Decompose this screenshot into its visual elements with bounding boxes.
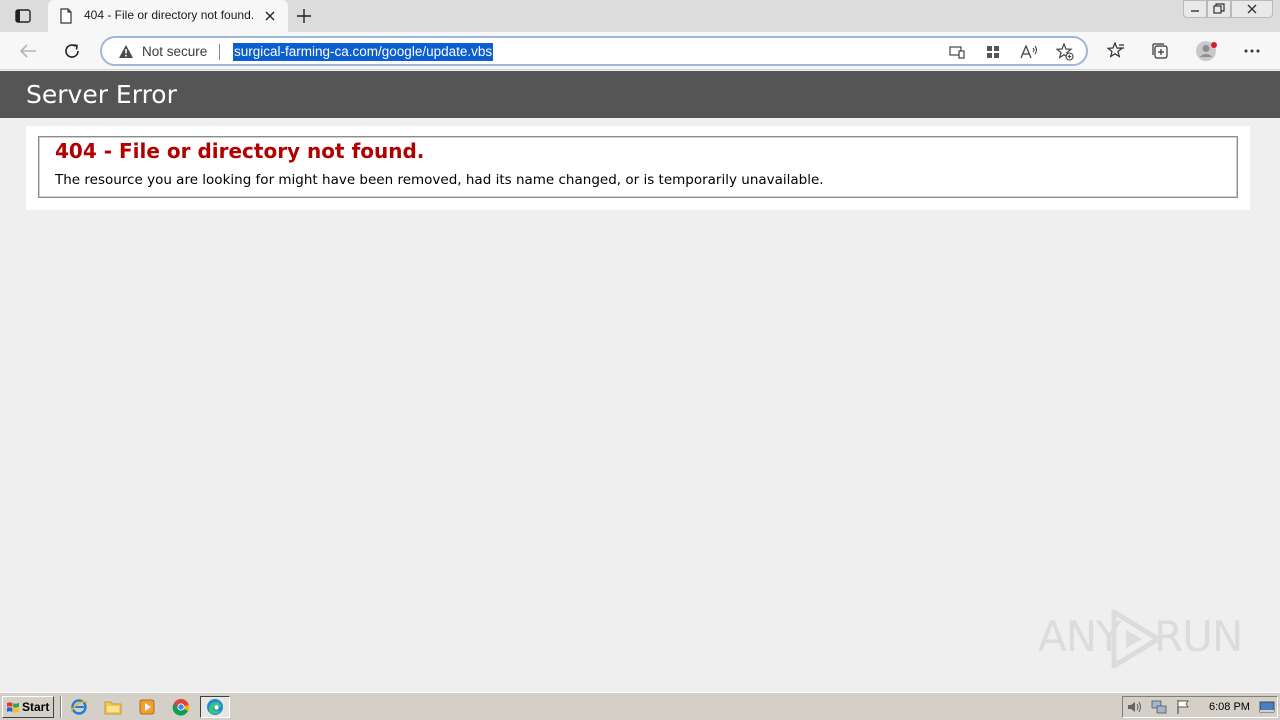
back-icon[interactable] xyxy=(18,41,38,61)
address-bar[interactable]: Not secure surgical-farming-ca.com/googl… xyxy=(100,36,1088,66)
browser-tab[interactable]: 404 - File or directory not found. xyxy=(48,0,288,32)
action-center-flag-icon[interactable] xyxy=(1175,699,1191,715)
add-favorite-icon[interactable] xyxy=(1056,43,1074,61)
tab-actions-icon[interactable] xyxy=(12,7,34,25)
show-desktop-icon[interactable] xyxy=(1259,699,1275,715)
network-icon[interactable] xyxy=(1151,699,1167,715)
edge-icon xyxy=(207,699,223,715)
anyrun-watermark: ANY RUN xyxy=(1038,606,1243,670)
server-error-banner: Server Error xyxy=(0,71,1280,118)
tab-close-icon[interactable] xyxy=(262,8,278,24)
taskbar-divider xyxy=(60,696,62,718)
read-aloud-icon[interactable] xyxy=(1020,43,1038,61)
tab-title: 404 - File or directory not found. xyxy=(84,8,255,22)
chrome-icon[interactable] xyxy=(172,698,190,716)
watermark-text-right: RUN xyxy=(1154,612,1243,661)
error-message: The resource you are looking for might h… xyxy=(55,172,824,188)
profile-avatar[interactable] xyxy=(1196,40,1218,62)
error-box: 404 - File or directory not found. The r… xyxy=(38,136,1238,198)
more-options-icon[interactable] xyxy=(1242,41,1262,61)
page-title: Server Error xyxy=(26,80,177,109)
error-heading: 404 - File or directory not found. xyxy=(55,139,425,163)
media-player-icon[interactable] xyxy=(138,698,156,716)
app-available-icon[interactable] xyxy=(948,43,966,61)
not-secure-label[interactable]: Not secure xyxy=(142,44,207,59)
windows-logo-icon xyxy=(7,701,19,713)
collections-icon[interactable] xyxy=(1150,41,1170,61)
volume-icon[interactable] xyxy=(1127,699,1143,715)
extensions-icon[interactable] xyxy=(984,43,1002,61)
internet-explorer-icon[interactable] xyxy=(70,698,88,716)
restore-button[interactable] xyxy=(1207,0,1231,18)
start-button[interactable]: Start xyxy=(2,696,54,718)
warning-icon[interactable] xyxy=(118,44,134,59)
clock[interactable]: 6:08 PM xyxy=(1209,701,1250,713)
divider xyxy=(219,44,220,60)
page-icon xyxy=(58,8,74,24)
edge-taskbar-button[interactable] xyxy=(200,696,230,718)
file-explorer-icon[interactable] xyxy=(104,698,122,716)
refresh-icon[interactable] xyxy=(62,41,82,61)
tab-strip: 404 - File or directory not found. xyxy=(0,0,1280,32)
new-tab-icon[interactable] xyxy=(292,6,316,26)
close-window-button[interactable] xyxy=(1231,0,1273,18)
system-tray: 6:08 PM xyxy=(1122,696,1278,718)
minimize-button[interactable] xyxy=(1183,0,1207,18)
start-label: Start xyxy=(22,700,50,714)
browser-toolbar: Not secure surgical-farming-ca.com/googl… xyxy=(0,32,1280,70)
url-text[interactable]: surgical-farming-ca.com/google/update.vb… xyxy=(233,43,494,61)
taskbar: Start 6:08 PM xyxy=(0,692,1280,720)
content-panel: 404 - File or directory not found. The r… xyxy=(26,126,1250,210)
favorites-icon[interactable] xyxy=(1106,41,1126,61)
